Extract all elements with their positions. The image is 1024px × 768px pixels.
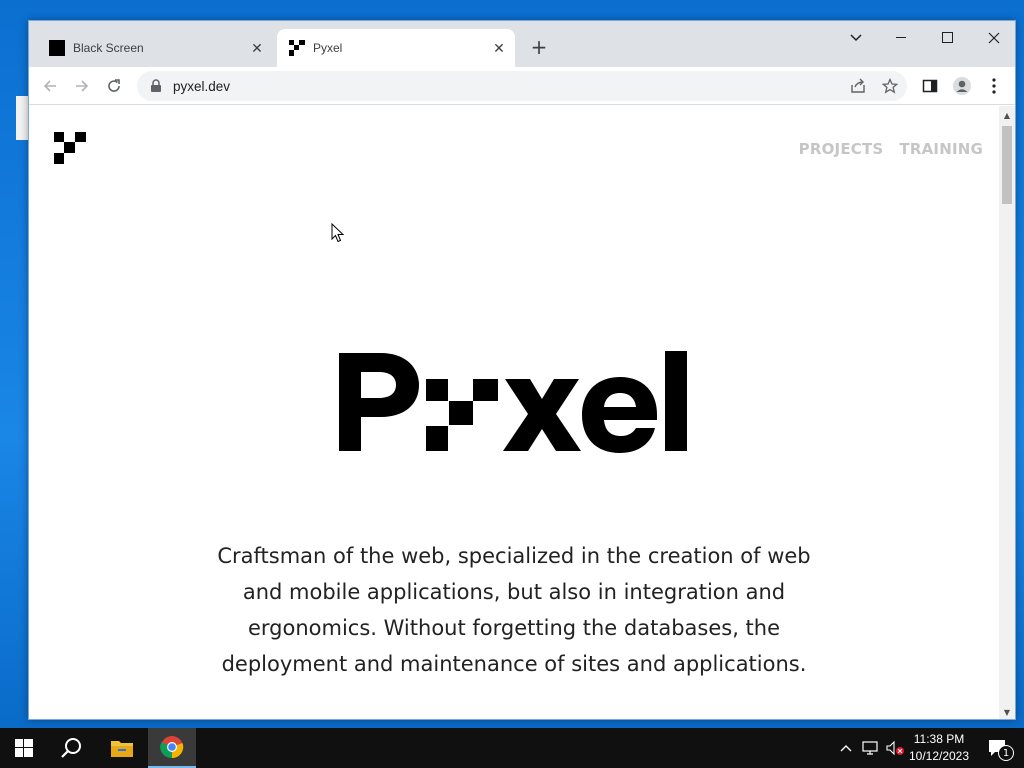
address-bar[interactable]: pyxel.dev [137,71,907,101]
pyxel-logo-icon [289,40,305,56]
close-tab-icon[interactable]: ✕ [489,38,509,58]
tab-search-button[interactable] [833,21,879,55]
menu-button[interactable] [979,71,1009,101]
action-center-button[interactable]: 1 [978,728,1018,768]
tab-title: Black Screen [73,41,144,55]
chevron-up-icon [840,745,852,752]
tagline-line: and mobile applications, but also in int… [242,580,786,604]
notification-count-badge: 1 [998,745,1014,761]
hero-wordmark-logo [339,351,687,453]
reload-icon [108,79,120,92]
search-button[interactable] [48,728,96,768]
site-nav: PROJECTS TRAINING [799,140,983,158]
share-icon [851,78,865,93]
network-button[interactable] [860,728,882,768]
system-clock[interactable]: 11:38 PM 10/12/2023 [906,731,972,765]
browser-window: Black Screen ✕ Pyxel ✕ + pyxel.dev PROJE… [28,20,1016,720]
more-vert-icon [992,78,996,94]
scroll-thumb[interactable] [1002,126,1012,204]
network-icon [862,741,878,755]
taskbar: 11:38 PM 10/12/2023 1 [0,728,1024,768]
scroll-up-icon[interactable]: ▲ [999,108,1015,122]
lock-icon[interactable] [149,79,163,93]
mouse-cursor-icon [331,223,345,243]
chrome-icon [160,736,184,759]
web-page: PROJECTS TRAINING Craftsman of the web, … [29,106,999,719]
close-window-button[interactable] [971,21,1015,55]
side-panel-icon [922,79,938,93]
nav-projects[interactable]: PROJECTS [799,140,884,158]
file-explorer-button[interactable] [98,728,146,768]
profile-icon [953,77,971,95]
arrow-left-icon [43,80,56,92]
minimize-button[interactable] [879,21,925,55]
volume-button[interactable] [884,728,906,768]
clock-time: 11:38 PM [913,732,965,746]
bookmark-button[interactable] [875,71,905,101]
page-scrollbar[interactable]: ▲ ▼ [999,106,1015,719]
tab-pyxel[interactable]: Pyxel ✕ [277,29,515,67]
chrome-taskbar-button[interactable] [148,728,196,768]
windows-logo-icon [15,739,33,757]
tab-black-screen[interactable]: Black Screen ✕ [37,29,273,67]
side-panel-button[interactable] [915,71,945,101]
show-hidden-icons-button[interactable] [836,728,856,768]
nav-training[interactable]: TRAINING [899,140,983,158]
tagline-line: Craftsman of the web, specialized in the… [217,544,811,568]
close-icon [988,32,1000,44]
back-button[interactable] [35,71,65,101]
minimize-icon [896,37,906,38]
folder-icon [111,741,133,757]
arrow-right-icon [76,80,89,92]
profile-button[interactable] [947,71,977,101]
clock-date: 10/12/2023 [908,749,970,763]
maximize-icon [942,32,953,43]
close-tab-icon[interactable]: ✕ [247,38,267,58]
share-button[interactable] [843,71,873,101]
black-square-icon [49,40,65,56]
start-button[interactable] [0,728,48,768]
browser-toolbar: pyxel.dev [29,67,1015,105]
volume-muted-icon [886,740,904,756]
chevron-down-icon [850,34,862,42]
url-text: pyxel.dev [173,78,231,94]
tab-title: Pyxel [313,41,343,55]
forward-button[interactable] [67,71,97,101]
search-icon [61,738,81,758]
tab-strip: Black Screen ✕ Pyxel ✕ + [29,21,1015,67]
site-logo[interactable] [54,132,86,164]
tagline-line: deployment and maintenance of sites and … [221,652,807,676]
star-icon [882,78,898,94]
maximize-button[interactable] [925,21,971,55]
reload-button[interactable] [99,71,129,101]
new-tab-button[interactable]: + [527,35,551,59]
scroll-down-icon[interactable]: ▼ [999,705,1015,719]
tagline-line: ergonomics. Without forgetting the datab… [247,616,781,640]
tagline: Craftsman of the web, specialized in the… [189,538,839,682]
